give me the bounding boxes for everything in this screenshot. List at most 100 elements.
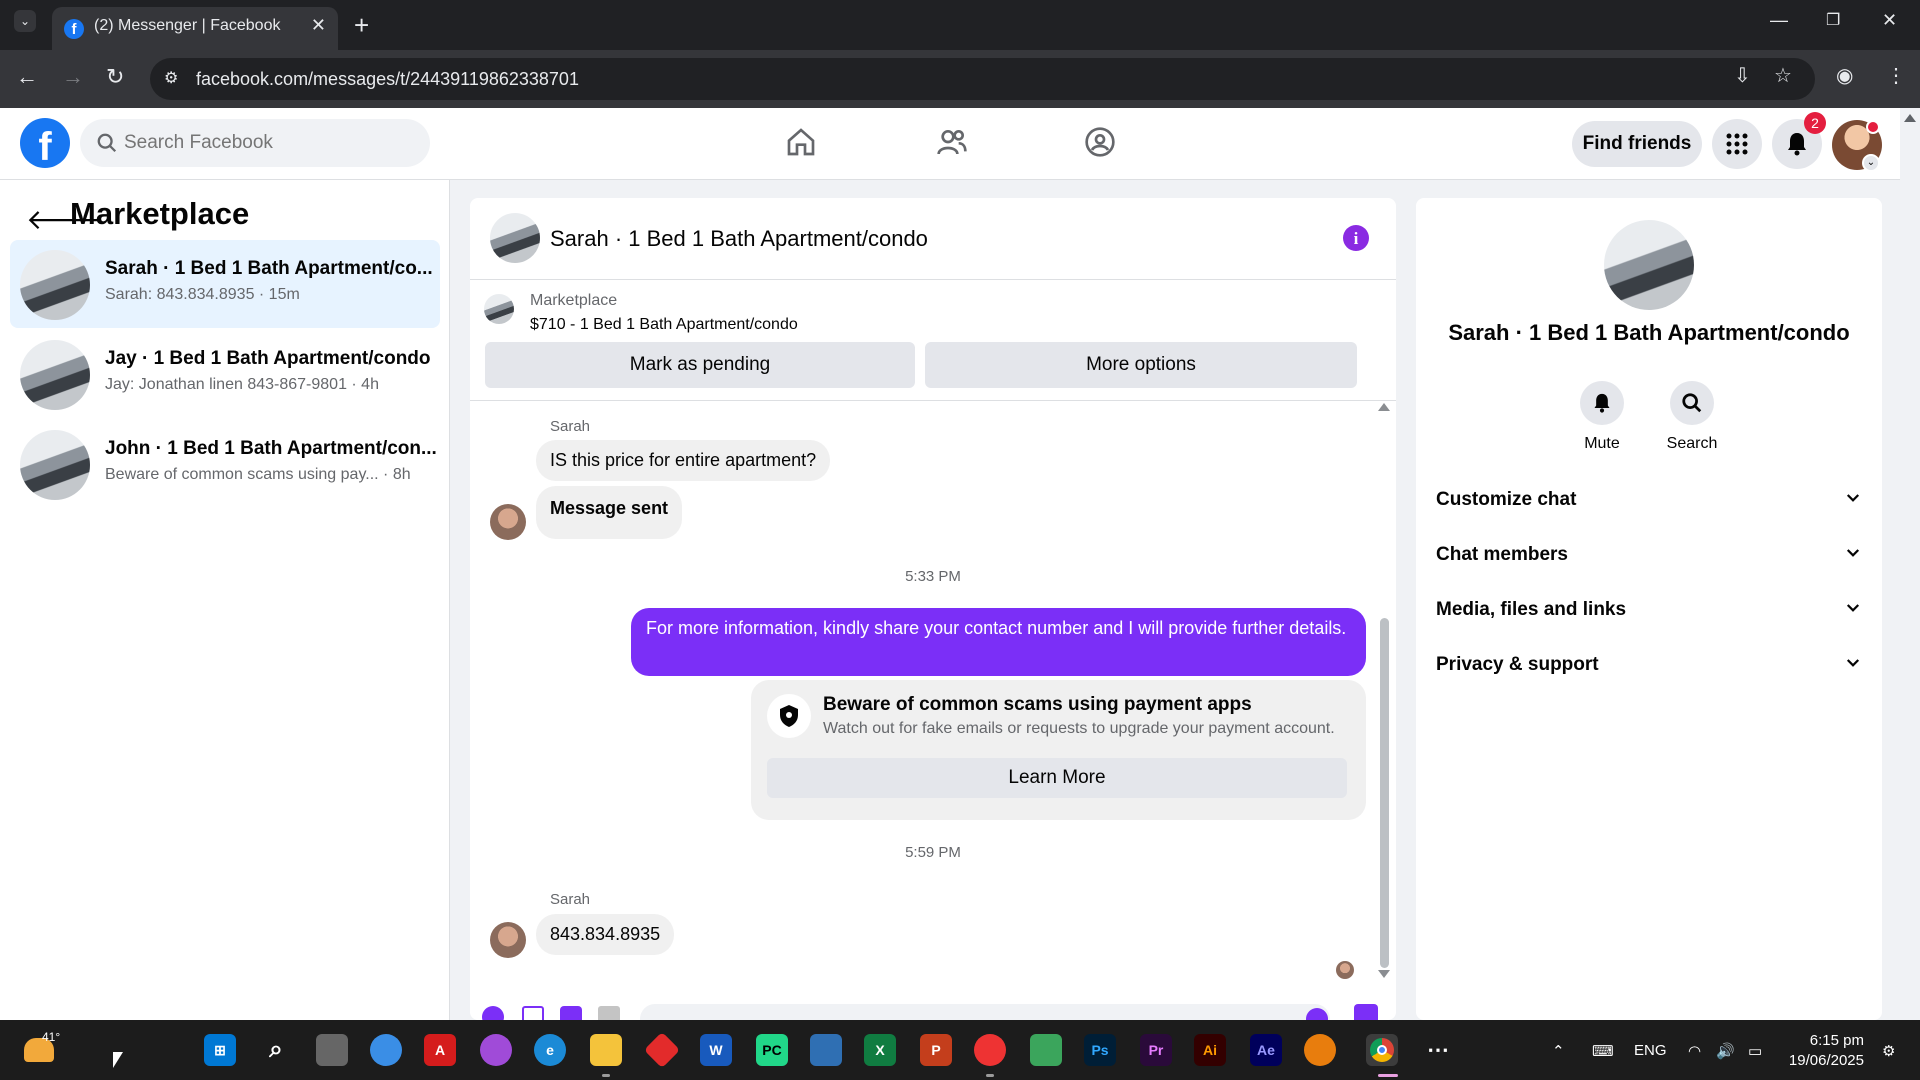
running-indicator <box>1378 1074 1398 1077</box>
conversation-item[interactable]: Sarah · 1 Bed 1 Bath Apartment/co... Sar… <box>10 240 440 328</box>
chevron-down-icon[interactable]: ⌄ <box>1862 154 1880 172</box>
photoshop-icon[interactable]: Ps <box>1084 1034 1116 1066</box>
conversation-item[interactable]: Jay · 1 Bed 1 Bath Apartment/condo Jay: … <box>10 330 440 418</box>
weather-temp: 41° <box>42 1030 61 1044</box>
window-close-icon[interactable]: ✕ <box>1882 10 1897 31</box>
remote-desktop-icon[interactable] <box>810 1034 842 1066</box>
copilot-icon[interactable] <box>480 1034 512 1066</box>
search-input[interactable] <box>124 119 414 167</box>
incoming-message[interactable]: Message sent <box>536 486 683 539</box>
edge-icon[interactable]: e <box>534 1034 566 1066</box>
plus-icon[interactable] <box>482 1006 504 1020</box>
back-icon[interactable]: ← <box>16 64 38 90</box>
bookmark-star-icon[interactable]: ☆ <box>1774 63 1792 88</box>
scroll-up-arrow-icon[interactable] <box>1378 403 1390 411</box>
avatar[interactable] <box>490 504 526 540</box>
outgoing-message[interactable]: For more information, kindly share your … <box>631 608 1366 676</box>
profile-icon[interactable]: ◉ <box>1836 63 1853 88</box>
notification-badge: 2 <box>1804 112 1826 134</box>
media-files-links-row[interactable]: Media, files and links <box>1436 591 1862 631</box>
page-scroll-up-icon[interactable] <box>1904 114 1916 122</box>
conversation-preview: Jay: Jonathan linen 843-867-9801 · 4h <box>105 376 379 393</box>
row-label: Chat members <box>1436 544 1568 565</box>
anydesk-icon[interactable] <box>643 1031 681 1069</box>
notification-center-icon[interactable]: ⚙ <box>1882 1042 1895 1060</box>
forward-icon[interactable]: → <box>62 64 84 90</box>
file-explorer-icon[interactable] <box>590 1034 622 1066</box>
install-app-icon[interactable]: ⇩ <box>1734 63 1751 88</box>
word-icon[interactable]: W <box>700 1034 732 1066</box>
listing-price-title[interactable]: $710 - 1 Bed 1 Bath Apartment/condo <box>530 316 798 334</box>
illustrator-icon[interactable]: Ai <box>1194 1034 1226 1066</box>
bluestacks-icon[interactable] <box>1030 1034 1062 1066</box>
blender-icon[interactable] <box>1304 1034 1336 1066</box>
message-composer <box>470 998 1396 1020</box>
pycharm-icon[interactable]: PC <box>756 1034 788 1066</box>
menu-dots-icon[interactable]: ⋮ <box>1886 63 1906 88</box>
learn-more-button[interactable]: Learn More <box>767 758 1347 798</box>
friends-icon[interactable] <box>936 126 968 158</box>
address-bar[interactable]: ⚙ facebook.com/messages/t/24439119862338… <box>150 58 1815 100</box>
browser-tab-messenger[interactable]: f (2) Messenger | Facebook ✕ <box>52 7 338 50</box>
premiere-icon[interactable]: Pr <box>1140 1034 1172 1066</box>
volume-icon[interactable]: 🔊 <box>1716 1042 1735 1060</box>
search-conversation-button[interactable]: Search <box>1647 381 1737 453</box>
listing-thumbnail[interactable] <box>490 213 540 263</box>
marketplace-label: Marketplace <box>530 292 618 309</box>
minimize-icon[interactable]: — <box>1770 10 1788 31</box>
like-icon[interactable] <box>1354 1004 1378 1020</box>
recorder-icon[interactable] <box>974 1034 1006 1066</box>
customize-chat-row[interactable]: Customize chat <box>1436 481 1862 521</box>
chat-title[interactable]: Sarah · 1 Bed 1 Bath Apartment/condo <box>550 226 928 252</box>
excel-icon[interactable]: X <box>864 1034 896 1066</box>
url-text[interactable]: facebook.com/messages/t/2443911986233870… <box>196 69 579 90</box>
info-icon[interactable]: i <box>1343 225 1369 251</box>
scrollbar[interactable] <box>1380 618 1389 968</box>
language-indicator[interactable]: ENG <box>1634 1042 1667 1059</box>
keyboard-icon[interactable]: ⌨ <box>1592 1042 1614 1060</box>
mute-button[interactable]: Mute <box>1557 381 1647 453</box>
site-info-icon[interactable]: ⚙ <box>164 68 178 88</box>
wifi-icon[interactable]: ◠ <box>1688 1042 1701 1060</box>
conversation-item[interactable]: John · 1 Bed 1 Bath Apartment/con... Bew… <box>10 420 440 508</box>
find-friends-button[interactable]: Find friends <box>1572 121 1702 167</box>
chevron-down-icon <box>1846 659 1860 667</box>
message-input[interactable] <box>640 1004 1330 1020</box>
facebook-logo-icon[interactable]: f <box>20 118 70 169</box>
restore-icon[interactable]: ❐ <box>1826 10 1840 30</box>
task-view-icon[interactable] <box>316 1034 348 1066</box>
paint-icon[interactable] <box>370 1034 402 1066</box>
acrobat-icon[interactable]: A <box>424 1034 456 1066</box>
gif-icon[interactable] <box>598 1006 620 1020</box>
tab-close-icon[interactable]: ✕ <box>311 15 326 36</box>
groups-icon[interactable] <box>1084 126 1116 158</box>
incoming-message[interactable]: 843.834.8935 <box>536 914 675 955</box>
battery-icon[interactable]: ▭ <box>1748 1042 1762 1060</box>
search-icon[interactable]: ⌕ <box>260 1034 292 1066</box>
privacy-support-row[interactable]: Privacy & support <box>1436 646 1862 686</box>
clock-time[interactable]: 6:15 pm <box>1784 1032 1864 1049</box>
more-apps-icon[interactable]: ⋯ <box>1422 1034 1454 1066</box>
listing-thumbnail[interactable] <box>1604 220 1694 310</box>
tab-list-chevron-icon[interactable]: ⌄ <box>14 10 36 32</box>
reload-icon[interactable]: ↻ <box>106 64 124 90</box>
sticker-icon[interactable] <box>560 1006 582 1020</box>
powerpoint-icon[interactable]: P <box>920 1034 952 1066</box>
photo-icon[interactable] <box>522 1006 544 1020</box>
menu-grid-button[interactable] <box>1712 119 1762 169</box>
facebook-search[interactable] <box>80 119 430 167</box>
incoming-message[interactable]: IS this price for entire apartment? <box>536 440 831 481</box>
conversation-preview: Sarah: 843.834.8935 · 15m <box>105 286 300 303</box>
new-tab-icon[interactable]: + <box>354 10 369 41</box>
mark-as-pending-button[interactable]: Mark as pending <box>485 342 915 388</box>
clock-date[interactable]: 19/06/2025 <box>1784 1052 1864 1069</box>
start-windows-icon[interactable]: ⊞ <box>204 1034 236 1066</box>
chat-members-row[interactable]: Chat members <box>1436 536 1862 576</box>
scroll-down-arrow-icon[interactable] <box>1378 970 1390 978</box>
show-hidden-icons-icon[interactable]: ⌃ <box>1552 1042 1565 1060</box>
more-options-button[interactable]: More options <box>925 342 1357 388</box>
home-icon[interactable] <box>785 126 817 158</box>
avatar[interactable] <box>490 922 526 958</box>
after-effects-icon[interactable]: Ae <box>1250 1034 1282 1066</box>
chrome-icon[interactable] <box>1366 1034 1398 1066</box>
